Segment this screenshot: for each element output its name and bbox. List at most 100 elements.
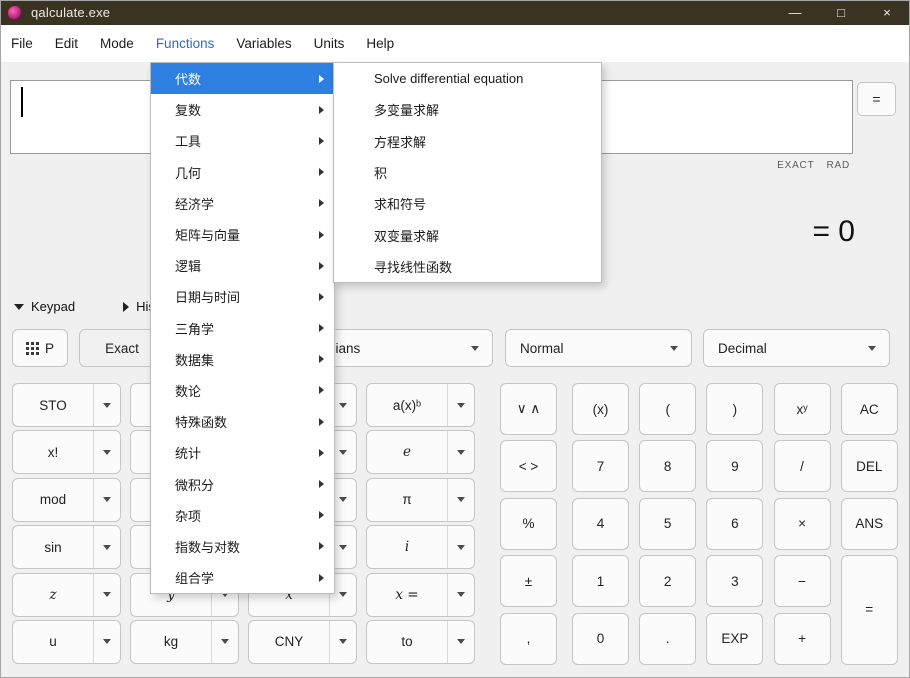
- keypad-button-.[interactable]: .: [639, 612, 697, 665]
- keypad-button-8[interactable]: 8: [639, 440, 697, 493]
- display-mode-select[interactable]: Normal: [505, 329, 692, 367]
- menubar-item-units[interactable]: Units: [303, 25, 356, 62]
- dropdown-arrow-icon[interactable]: [94, 621, 120, 663]
- keypad-button-−[interactable]: −: [773, 555, 831, 608]
- keypad-split-button-r3c0[interactable]: sin: [12, 525, 121, 570]
- functions-menu-item-11[interactable]: 特殊函数: [151, 406, 334, 437]
- keypad-button-DEL[interactable]: DEL: [840, 440, 898, 493]
- menubar-item-file[interactable]: File: [0, 25, 44, 62]
- algebra-submenu-item-1[interactable]: 多变量求解: [334, 94, 601, 125]
- functions-menu-item-8[interactable]: 三角学: [151, 313, 334, 344]
- maximize-button[interactable]: □: [818, 0, 864, 25]
- keypad-button-2[interactable]: 2: [639, 555, 697, 608]
- functions-menu-item-5[interactable]: 矩阵与向量: [151, 219, 334, 250]
- dropdown-arrow-icon[interactable]: [448, 621, 474, 663]
- keypad-button-([interactable]: (: [639, 383, 697, 435]
- algebra-submenu-item-6[interactable]: 寻找线性函数: [334, 251, 601, 282]
- functions-menu-item-14[interactable]: 杂项: [151, 500, 334, 531]
- menu-item-label: 复数: [175, 103, 202, 119]
- menubar-item-edit[interactable]: Edit: [44, 25, 89, 62]
- keypad-split-button-r5c0[interactable]: u: [12, 619, 121, 664]
- dropdown-arrow-icon[interactable]: [330, 621, 356, 663]
- keypad-split-button-r2c0[interactable]: mod: [12, 477, 121, 522]
- evaluate-button[interactable]: =: [857, 82, 896, 116]
- minimize-button[interactable]: —: [772, 0, 818, 25]
- exact-mode-status: EXACT: [777, 160, 815, 171]
- keypad-button-6[interactable]: 6: [706, 497, 764, 550]
- keypad-special-button-2[interactable]: %: [500, 497, 557, 550]
- keypad-split-button-r1c3[interactable]: e: [366, 430, 475, 475]
- dropdown-arrow-icon[interactable]: [94, 479, 120, 521]
- keypad-button-equals[interactable]: =: [840, 555, 898, 665]
- keypad-button-0[interactable]: 0: [572, 612, 629, 665]
- functions-menu-item-6[interactable]: 逻辑: [151, 250, 334, 281]
- keypad-special-button-3[interactable]: ±: [500, 555, 557, 608]
- keypad-button-3[interactable]: 3: [706, 555, 764, 608]
- close-button[interactable]: ×: [864, 0, 910, 25]
- functions-menu-item-2[interactable]: 工具: [151, 125, 334, 156]
- keypad-button-+[interactable]: +: [773, 612, 831, 665]
- dropdown-arrow-icon[interactable]: [448, 574, 474, 616]
- keypad-split-button-r1c0[interactable]: x!: [12, 430, 121, 475]
- functions-menu-item-4[interactable]: 经济学: [151, 188, 334, 219]
- algebra-submenu-item-2[interactable]: 方程求解: [334, 126, 601, 157]
- keypad-split-button-r0c3[interactable]: a(x)ᵇ: [366, 383, 475, 427]
- dropdown-arrow-icon[interactable]: [448, 479, 474, 521]
- functions-menu-item-9[interactable]: 数据集: [151, 344, 334, 375]
- submenu-arrow-icon: [319, 199, 324, 208]
- functions-menu-item-1[interactable]: 复数: [151, 94, 334, 125]
- keypad-split-button-r3c3[interactable]: i: [366, 525, 475, 570]
- keypad-split-button-r5c2[interactable]: CNY: [248, 619, 357, 664]
- keypad-button-9[interactable]: 9: [706, 440, 764, 493]
- number-base-select[interactable]: Decimal: [703, 329, 890, 367]
- keypad-split-button-r0c0[interactable]: STO: [12, 383, 121, 427]
- keypad-split-button-r4c3[interactable]: x =: [366, 572, 475, 617]
- menubar-item-mode[interactable]: Mode: [89, 25, 145, 62]
- keypad-button-7[interactable]: 7: [572, 440, 629, 493]
- keypad-button-4[interactable]: 4: [572, 497, 629, 550]
- dropdown-arrow-icon[interactable]: [94, 574, 120, 616]
- algebra-submenu-item-5[interactable]: 双变量求解: [334, 219, 601, 250]
- functions-menu-item-13[interactable]: 微积分: [151, 468, 334, 499]
- keypad-special-button-0[interactable]: ∨ ∧: [500, 383, 557, 435]
- menubar-item-variables[interactable]: Variables: [225, 25, 302, 62]
- dropdown-arrow-icon[interactable]: [94, 384, 120, 426]
- functions-menu-item-12[interactable]: 统计: [151, 437, 334, 468]
- keypad-special-button-1[interactable]: < >: [500, 440, 557, 493]
- keypad-button-×[interactable]: ×: [773, 497, 831, 550]
- keypad-button-ANS[interactable]: ANS: [840, 497, 898, 550]
- functions-menu-item-10[interactable]: 数论: [151, 375, 334, 406]
- title-bar: qalculate.exe — □ ×: [0, 0, 910, 25]
- keypad-button-5[interactable]: 5: [639, 497, 697, 550]
- keypad-button-xʸ[interactable]: xʸ: [773, 383, 831, 435]
- menubar-item-help[interactable]: Help: [355, 25, 405, 62]
- keypad-split-button-r4c0[interactable]: z: [12, 572, 121, 617]
- functions-menu-item-3[interactable]: 几何: [151, 157, 334, 188]
- keypad-split-button-r5c1[interactable]: kg: [130, 619, 239, 664]
- functions-menu-item-16[interactable]: 组合学: [151, 562, 334, 593]
- keypad-button-1[interactable]: 1: [572, 555, 629, 608]
- menubar-item-functions[interactable]: Functions: [145, 25, 226, 62]
- keypad-toggle[interactable]: Keypad: [14, 299, 75, 314]
- keypad-layout-button[interactable]: P: [12, 329, 68, 367]
- algebra-submenu-item-4[interactable]: 求和符号: [334, 188, 601, 219]
- dropdown-arrow-icon[interactable]: [448, 384, 474, 426]
- keypad-special-button-4[interactable]: ,: [500, 612, 557, 665]
- dropdown-arrow-icon[interactable]: [448, 431, 474, 473]
- dropdown-arrow-icon[interactable]: [94, 431, 120, 473]
- dropdown-arrow-icon[interactable]: [212, 621, 238, 663]
- keypad-split-button-r2c3[interactable]: π: [366, 477, 475, 522]
- functions-menu-item-15[interactable]: 指数与对数: [151, 531, 334, 562]
- keypad-button-/[interactable]: /: [773, 440, 831, 493]
- dropdown-arrow-icon[interactable]: [448, 526, 474, 568]
- keypad-button-(x)[interactable]: (x): [572, 383, 629, 435]
- algebra-submenu-item-3[interactable]: 积: [334, 157, 601, 188]
- algebra-submenu-item-0[interactable]: Solve differential equation: [334, 63, 601, 94]
- dropdown-arrow-icon[interactable]: [94, 526, 120, 568]
- functions-menu-item-0[interactable]: 代数: [151, 63, 334, 95]
- keypad-button-AC[interactable]: AC: [840, 383, 898, 435]
- functions-menu-item-7[interactable]: 日期与时间: [151, 281, 334, 312]
- keypad-button-EXP[interactable]: EXP: [706, 612, 764, 665]
- keypad-split-button-r5c3[interactable]: to: [366, 619, 475, 664]
- keypad-button-)[interactable]: ): [706, 383, 764, 435]
